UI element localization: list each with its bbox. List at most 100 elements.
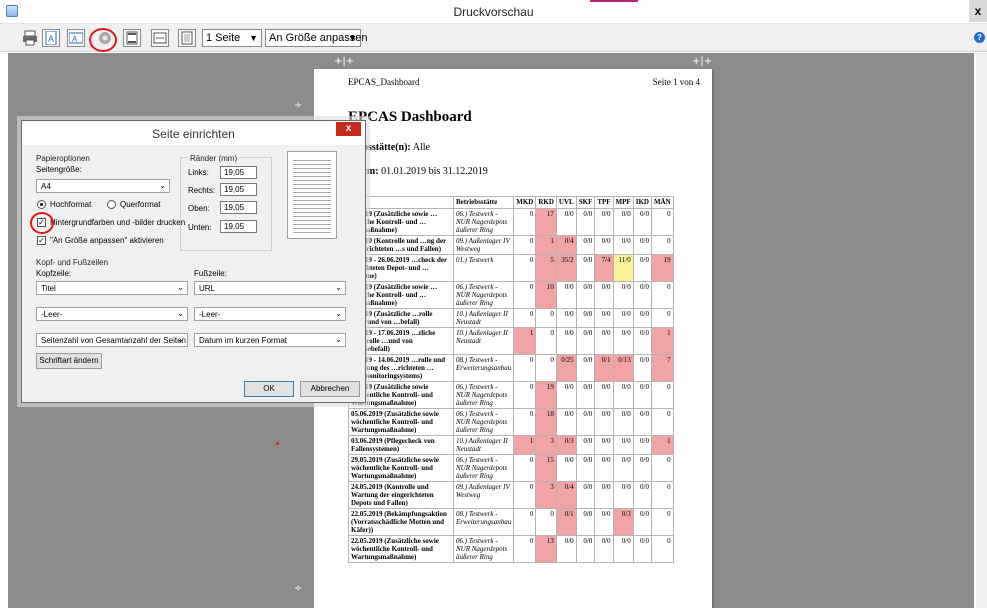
row-value-cell: 0/0 (612, 535, 634, 563)
row-value-cell: 0 (513, 235, 537, 255)
row-value-cell: 3 (535, 481, 557, 509)
row-value-cell: 0 (650, 308, 674, 328)
row-description: 29.05.2019 (Zusätzliche sowie wöchentlic… (348, 454, 454, 482)
row-value-cell: 0/0 (632, 481, 652, 509)
row-value-cell: 0/0 (575, 481, 596, 509)
table-row: …2010 (Kontrolle und …ng der eingerichte… (348, 235, 674, 255)
margin-bottom-label: Unten: (188, 223, 212, 232)
row-value-cell: 0/0 (632, 435, 652, 455)
row-value-cell: 0 (513, 508, 537, 536)
row-value-cell: 0 (650, 454, 674, 482)
row-value-cell: 0/4 (555, 235, 577, 255)
window-close-button[interactable]: x (969, 0, 987, 22)
help-icon[interactable]: ? (974, 32, 985, 43)
row-value-cell: 0/0 (575, 381, 596, 409)
row-value-cell: 0/0 (555, 327, 577, 355)
landscape-button[interactable]: A (67, 29, 85, 47)
print-background-checkbox[interactable]: ✓ (37, 218, 46, 227)
ok-button[interactable]: OK (244, 381, 294, 397)
header-select-1-value: Titel (41, 284, 56, 293)
report-title: EPCAS Dashboard (348, 109, 472, 125)
row-value-cell: 0/0 (594, 508, 614, 536)
row-value-cell: 0/0 (594, 481, 614, 509)
table-row: 24.05.2019 (Kontrolle und Wartung der ei… (348, 481, 674, 509)
portrait-radio[interactable] (37, 200, 46, 209)
header-select-2[interactable]: -Leer- ⌄ (36, 307, 188, 321)
table-row: 22.05.2019 (Zusätzliche sowie wöchentlic… (348, 535, 674, 563)
full-width-button[interactable] (151, 29, 169, 47)
margin-handle-bottom[interactable]: ÷ (294, 583, 302, 594)
row-value-cell: 35/2 (555, 254, 577, 282)
row-value-cell: 0/0 (575, 235, 596, 255)
row-value-cell: 1 (650, 327, 674, 355)
row-value-cell: 0/4 (555, 481, 577, 509)
row-value-cell: 0 (650, 481, 674, 509)
window-title: Druckvorschau (453, 5, 534, 19)
margin-handle-left[interactable]: +|+ (334, 56, 354, 67)
row-value-cell: 1 (513, 435, 537, 455)
row-value-cell: 0/0 (632, 281, 652, 309)
cancel-button[interactable]: Abbrechen (300, 381, 360, 397)
svg-text:A: A (72, 35, 78, 44)
change-font-button[interactable]: Schriftart ändern (36, 353, 102, 369)
shrink-to-fit-checkbox[interactable]: ✓ (37, 236, 46, 245)
row-value-cell: 0/0 (594, 454, 614, 482)
row-value-cell: 0/0 (575, 508, 596, 536)
footer-select-2[interactable]: -Leer- ⌄ (194, 307, 346, 321)
table-row: 29.05.2019 (Zusätzliche sowie wöchentlic… (348, 454, 674, 482)
paper-options-label: Papieroptionen (36, 154, 90, 163)
row-value-cell: 0/0 (594, 381, 614, 409)
row-value-cell: 0/0 (632, 408, 652, 436)
row-value-cell: 13 (535, 535, 557, 563)
row-value-cell: 0/0 (575, 408, 596, 436)
zoom-select[interactable]: An Größe anpassen ▼ (265, 29, 367, 47)
vertical-scrollbar[interactable] (976, 53, 987, 608)
row-value-cell: 0/0 (632, 454, 652, 482)
margin-handle-right[interactable]: +|+ (692, 56, 712, 67)
header-footer-button[interactable] (123, 29, 141, 47)
header-select-1[interactable]: Titel ⌄ (36, 281, 188, 295)
footer-select-1[interactable]: URL ⌄ (194, 281, 346, 295)
row-value-cell: 0 (650, 281, 674, 309)
row-value-cell: 0 (650, 508, 674, 536)
table-row: …2019 (Zusätzliche sowie …entliche Kontr… (348, 281, 674, 309)
table-row: 22.05.2019 (Bekämpfungsaktion (Vorratssc… (348, 508, 674, 536)
portrait-button[interactable]: A (42, 29, 60, 47)
row-value-cell: 0/0 (632, 235, 652, 255)
pages-select[interactable]: 1 Seite ▼ (202, 29, 262, 47)
row-value-cell: 7 (650, 354, 674, 382)
table-body: …2019 (Zusätzliche sowie …entliche Kontr… (348, 208, 674, 563)
page-setup-button[interactable] (96, 29, 114, 47)
margin-right-input[interactable]: 19,05 (220, 183, 257, 196)
full-page-button[interactable] (178, 29, 196, 47)
row-value-cell: 1 (650, 435, 674, 455)
margin-top-input[interactable]: 19,05 (220, 201, 257, 214)
footer-select-3[interactable]: Datum im kurzen Format ⌄ (194, 333, 346, 347)
row-value-cell: 0/0 (555, 281, 577, 309)
row-value-cell: 0/0 (612, 327, 634, 355)
row-value-cell: 0/0 (594, 235, 614, 255)
site-filter-value: Alle (412, 142, 430, 153)
preview-page: EPCAS_Dashboard Seite 1 von 4 EPCAS Dash… (314, 69, 712, 608)
margins-label: Ränder (mm) (188, 154, 240, 163)
margin-left-input[interactable]: 19,05 (220, 166, 257, 179)
paper-size-select[interactable]: A4 ⌄ (36, 179, 170, 193)
table-header-cell: MÄN (650, 196, 674, 209)
landscape-radio[interactable] (107, 200, 116, 209)
annotation-dot (276, 442, 279, 445)
print-button[interactable] (21, 29, 39, 47)
row-value-cell: 0/1 (555, 508, 577, 536)
margin-bottom-input[interactable]: 19,05 (220, 220, 257, 233)
table-header-cell: TPF (594, 196, 614, 209)
margin-handle-top[interactable]: ÷ (294, 100, 302, 111)
gear-icon (99, 32, 111, 44)
window-titlebar: Druckvorschau x (0, 0, 987, 24)
dialog-close-button[interactable]: x (336, 122, 361, 136)
row-value-cell: 0 (513, 454, 537, 482)
header-footer-icon (126, 31, 138, 45)
table-header-row: …nBetriebsstätteMKDRKDUVLSKFTPFMPFIKDMÄN (348, 196, 674, 209)
row-value-cell: 0/0 (594, 281, 614, 309)
row-value-cell: 0/0 (612, 308, 634, 328)
margin-right-label: Rechts: (188, 186, 216, 195)
header-select-3[interactable]: Seitenzahl von Gesamtanzahl der Seiten ⌄ (36, 333, 188, 347)
